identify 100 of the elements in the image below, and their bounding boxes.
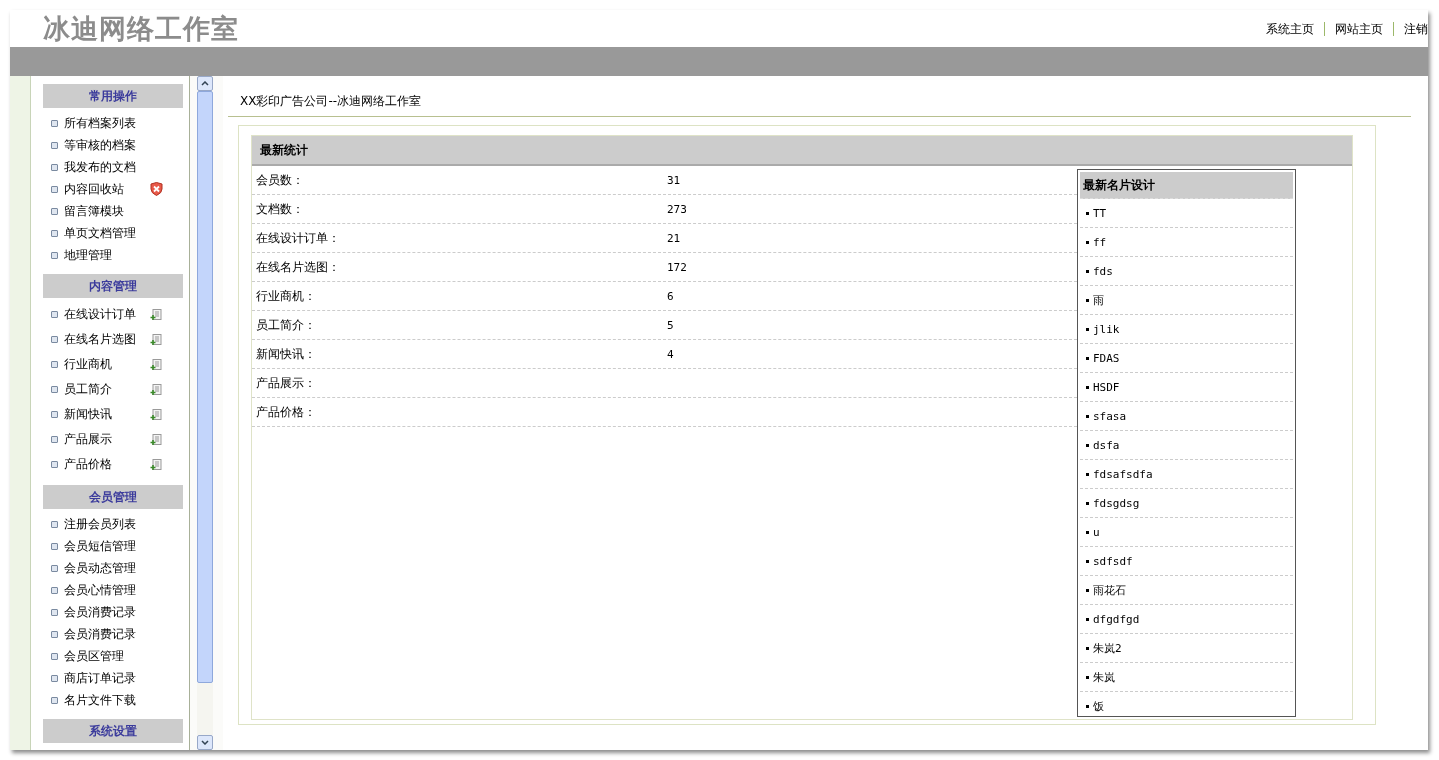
section-header[interactable]: 会员管理 (43, 485, 183, 509)
section-header[interactable]: 内容管理 (43, 274, 183, 298)
scroll-up-button[interactable] (196, 76, 213, 91)
design-link[interactable]: fdsafsdfa (1093, 467, 1153, 481)
stat-value: 31 (667, 173, 681, 187)
bullet-icon (51, 564, 58, 572)
design-link[interactable]: TT (1093, 206, 1107, 220)
sidebar-link[interactable]: 员工简介 (64, 381, 150, 398)
document-add-icon[interactable] (150, 308, 162, 321)
sidebar-link[interactable]: 会员动态管理 (64, 559, 150, 577)
sidebar-link[interactable]: 商店订单记录 (64, 669, 150, 687)
sidebar-link[interactable]: 在线名片选图 (64, 331, 150, 348)
sidebar-link[interactable]: 会员短信管理 (64, 537, 150, 555)
panel-title: 最新统计 (252, 136, 1352, 166)
sidebar-link[interactable]: 地理管理 (64, 246, 150, 264)
stat-value: 21 (667, 231, 681, 245)
bullet-icon (1086, 385, 1089, 389)
scroll-down-button[interactable] (196, 735, 213, 750)
design-link[interactable]: HSDF (1093, 380, 1120, 394)
bullet-icon (1086, 501, 1089, 505)
caret-down-icon (200, 740, 209, 745)
sidebar-link[interactable]: 会员心情管理 (64, 581, 150, 599)
bullet-icon (1086, 704, 1089, 708)
bullet-icon (51, 185, 58, 193)
panel-title: 最新名片设计 (1080, 172, 1293, 199)
sidebar-link[interactable]: 会员消费记录 (64, 603, 150, 621)
section-header[interactable]: 系统设置 (43, 719, 183, 743)
section-header[interactable]: 常用操作 (43, 84, 183, 108)
bullet-icon (1086, 559, 1089, 563)
bullet-icon (1086, 530, 1089, 534)
bullet-icon (51, 586, 58, 594)
document-add-icon[interactable] (150, 458, 162, 471)
sidebar-link[interactable]: 内容回收站 (64, 180, 150, 198)
bullet-icon (51, 336, 58, 343)
design-link[interactable]: 雨 (1093, 292, 1104, 308)
design-link[interactable]: jlik (1093, 322, 1120, 336)
bullet-icon (1086, 211, 1089, 215)
document-add-icon[interactable] (150, 433, 162, 446)
bullet-icon (51, 608, 58, 616)
bullet-icon (51, 461, 58, 468)
stat-label: 产品展示： (255, 374, 317, 392)
sidebar-link[interactable]: 会员消费记录 (64, 625, 150, 643)
bullet-icon (51, 520, 58, 528)
sidebar-link[interactable]: 所有档案列表 (64, 114, 150, 132)
document-add-icon[interactable] (150, 358, 162, 371)
design-link[interactable]: dfgdfgd (1093, 612, 1140, 626)
design-link[interactable]: u (1093, 525, 1100, 539)
bullet-icon (51, 229, 58, 237)
sidebar-link[interactable]: 新闻快讯 (64, 406, 150, 423)
sidebar-link[interactable]: 产品展示 (64, 431, 150, 448)
document-add-icon[interactable] (150, 333, 162, 346)
bullet-icon (1086, 675, 1089, 679)
nav-link[interactable]: 注销 (1393, 21, 1428, 36)
stat-label: 新闻快讯： (255, 345, 317, 363)
sidebar-link[interactable]: 会员区管理 (64, 647, 150, 665)
bullet-icon (51, 542, 58, 550)
sidebar-link[interactable]: 单页文档管理 (64, 224, 150, 242)
design-link[interactable]: 雨花石 (1093, 582, 1126, 598)
sidebar-link[interactable]: 产品价格 (64, 456, 150, 473)
stat-value: 273 (667, 202, 687, 216)
design-link[interactable]: FDAS (1093, 351, 1120, 365)
sidebar-link[interactable]: 我发布的文档 (64, 158, 150, 176)
stat-value: 6 (667, 289, 674, 303)
stat-label: 员工简介： (255, 316, 317, 334)
design-link[interactable]: sfasa (1093, 409, 1127, 423)
sidebar-link[interactable]: 注册会员列表 (64, 515, 150, 533)
sidebar-link[interactable]: 行业商机 (64, 356, 150, 373)
sidebar-link[interactable]: 名片文件下载 (64, 691, 150, 709)
design-link[interactable]: 朱岚 (1093, 669, 1115, 685)
stat-label: 行业商机： (255, 287, 317, 305)
bullet-icon (51, 119, 58, 127)
bullet-icon (51, 361, 58, 368)
bullet-icon (51, 386, 58, 393)
nav-link[interactable]: 网站主页 (1324, 21, 1393, 36)
bullet-icon (1086, 646, 1089, 650)
stat-value: 5 (667, 318, 674, 332)
bullet-icon (51, 311, 58, 318)
sidebar-link[interactable]: 在线设计订单 (64, 306, 150, 323)
bullet-icon (51, 436, 58, 443)
document-add-icon[interactable] (150, 408, 162, 421)
design-link[interactable]: sdfsdf (1093, 554, 1133, 568)
design-link[interactable]: ff (1093, 235, 1107, 249)
document-add-icon[interactable] (150, 383, 162, 396)
design-link[interactable]: fdsgdsg (1093, 496, 1140, 510)
stat-value: 172 (667, 260, 687, 274)
shield-x-icon[interactable] (150, 182, 163, 196)
sidebar-link[interactable]: 留言簿模块 (64, 202, 150, 220)
stat-label: 产品价格： (255, 403, 317, 421)
bullet-icon (1086, 356, 1089, 360)
caret-up-icon (200, 81, 209, 86)
nav-link[interactable]: 系统主页 (1256, 21, 1324, 36)
bullet-icon (1086, 414, 1089, 418)
design-link[interactable]: 朱岚2 (1093, 640, 1122, 656)
bullet-icon (1086, 617, 1089, 621)
design-link[interactable]: 饭 (1093, 698, 1104, 714)
scrollbar-thumb[interactable] (196, 91, 213, 683)
design-link[interactable]: dsfa (1093, 438, 1120, 452)
bullet-icon (1086, 327, 1089, 331)
sidebar-link[interactable]: 等审核的档案 (64, 136, 150, 154)
design-link[interactable]: fds (1093, 264, 1113, 278)
